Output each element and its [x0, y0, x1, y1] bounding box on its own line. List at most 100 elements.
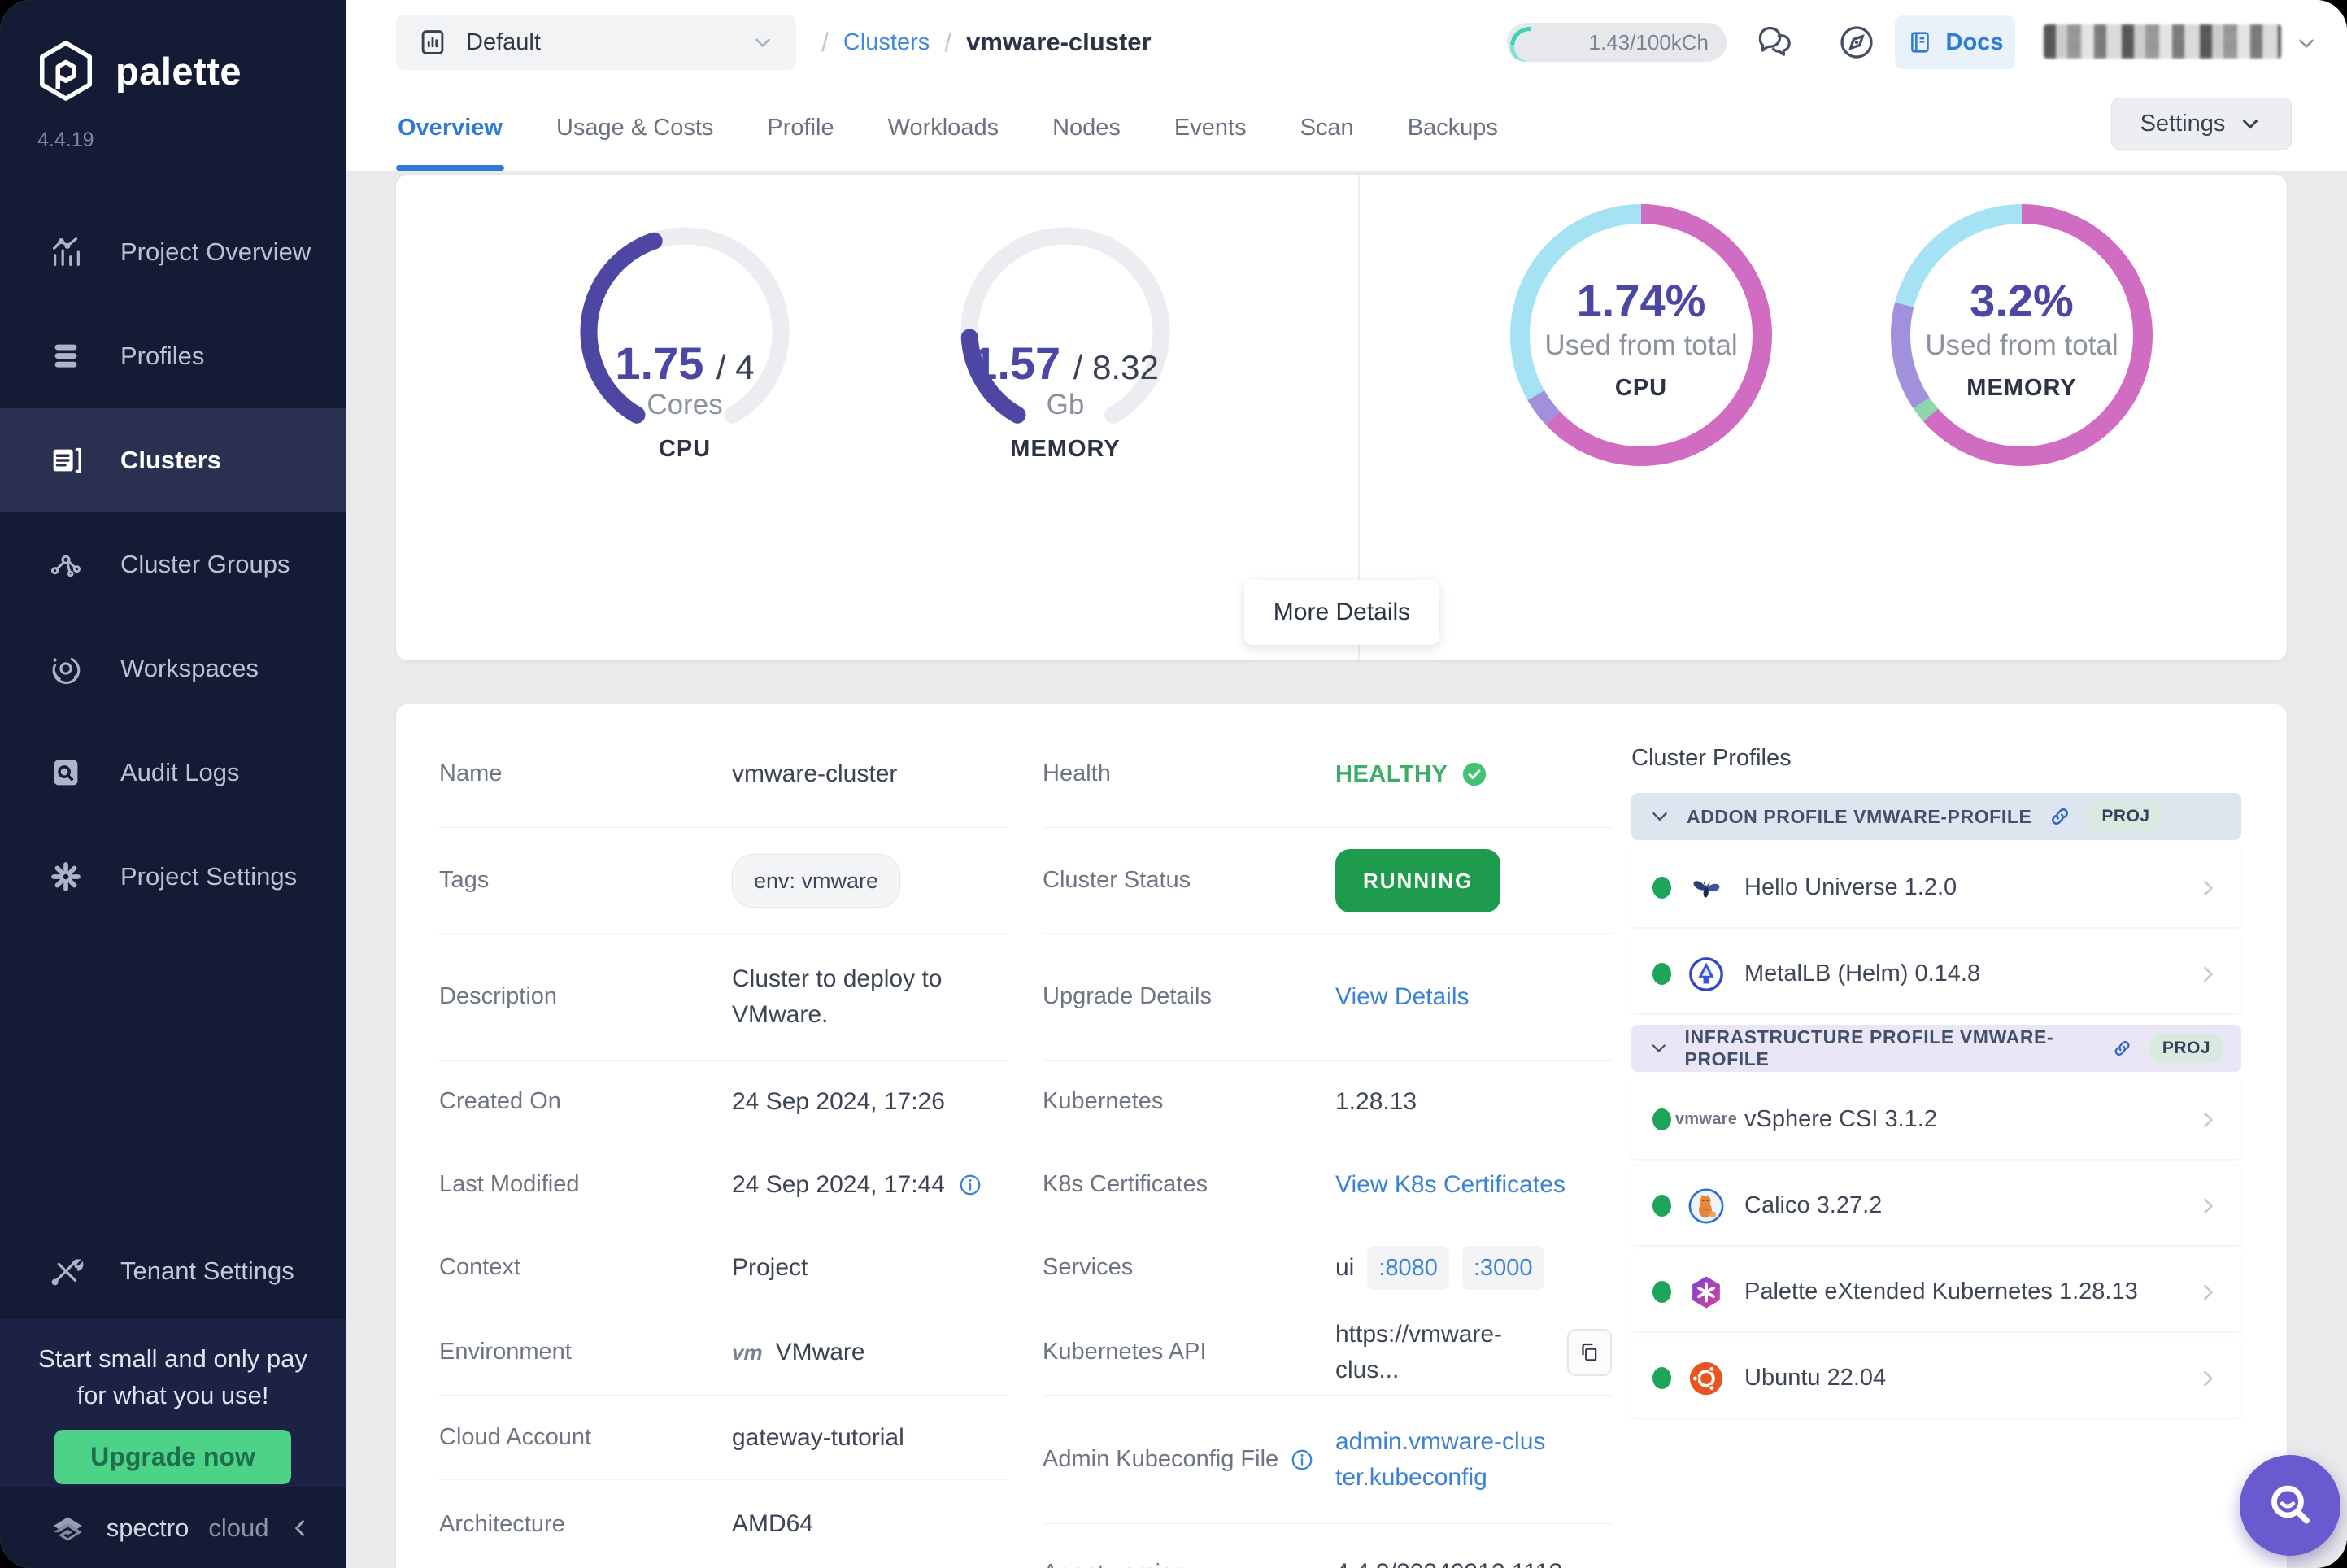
compass-icon[interactable]	[1835, 21, 1878, 63]
layers-icon	[47, 338, 85, 375]
tab-profile[interactable]: Profile	[765, 85, 835, 171]
vmware-mark-icon: vm	[732, 1335, 763, 1370]
service-port-3000-link[interactable]: :3000	[1462, 1246, 1544, 1290]
gear-icon	[47, 858, 85, 895]
chevron-right-icon	[2196, 1366, 2220, 1391]
chevron-down-icon	[751, 30, 775, 54]
collapse-sidebar-icon[interactable]	[288, 1514, 313, 1542]
profile-layer-metallb[interactable]: MetalLB (Helm) 0.14.8	[1631, 934, 2241, 1013]
bar-chart-icon	[47, 233, 85, 271]
detail-row-name: Name vmware-cluster	[439, 721, 1008, 828]
profile-layer-palette-kubernetes[interactable]: Palette eXtended Kubernetes 1.28.13	[1631, 1252, 2241, 1331]
user-menu-chevron-icon[interactable]	[2294, 31, 2319, 55]
clusters-icon	[47, 442, 85, 479]
sidebar-item-workspaces[interactable]: Workspaces	[0, 616, 346, 721]
detail-row-kubernetes: Kubernetes 1.28.13	[1043, 1061, 1612, 1143]
infrastructure-profile-header[interactable]: INFRASTRUCTURE PROFILE VMWARE-PROFILE PR…	[1631, 1025, 2241, 1072]
details-card: Name vmware-cluster Tags env: vmware Des…	[396, 704, 2287, 1568]
vmware-logo-icon: vmware	[1687, 1101, 1725, 1139]
chevron-down-icon	[1649, 806, 1670, 827]
more-details-button[interactable]: More Details	[1244, 580, 1439, 645]
sidebar-item-project-overview[interactable]: Project Overview	[0, 200, 346, 304]
tab-overview[interactable]: Overview	[396, 85, 504, 171]
tab-usage-costs[interactable]: Usage & Costs	[555, 85, 715, 171]
memory-usage-percent: 3.2%	[1888, 274, 2156, 327]
service-port-8080-link[interactable]: :8080	[1367, 1246, 1449, 1290]
detail-row-last-modified: Last Modified 24 Sep 2024, 17:44	[439, 1143, 1008, 1226]
chevron-right-icon	[2196, 962, 2220, 987]
breadcrumb-clusters-link[interactable]: Clusters	[843, 29, 930, 56]
cpu-gauge-value: 1.75 / 4	[546, 337, 823, 390]
memory-usage-metric: MEMORY	[1888, 375, 2156, 402]
link-icon	[2048, 804, 2072, 829]
status-dot	[1652, 1281, 1671, 1303]
sidebar-item-clusters[interactable]: Clusters	[0, 408, 346, 512]
chevron-right-icon	[2196, 876, 2220, 900]
detail-row-agent-version: Agent version 4.4.9/20240912.1118	[1043, 1524, 1612, 1568]
profile-layer-calico[interactable]: Calico 3.27.2	[1631, 1166, 2241, 1245]
tab-events[interactable]: Events	[1173, 85, 1248, 171]
memory-usage-donut: 3.2% Used from total MEMORY	[1888, 201, 2156, 469]
sidebar-item-audit-logs[interactable]: Audit Logs	[0, 721, 346, 825]
info-icon[interactable]	[1290, 1448, 1314, 1472]
promo-text-line2: for what you use!	[0, 1377, 346, 1413]
sidebar-item-label: Audit Logs	[120, 758, 240, 787]
chevron-right-icon	[2196, 1194, 2220, 1218]
breadcrumb: / Clusters / vmware-cluster	[821, 0, 1152, 85]
sidebar-item-cluster-groups[interactable]: Cluster Groups	[0, 512, 346, 616]
metallb-icon	[1687, 956, 1725, 993]
sidebar-item-profiles[interactable]: Profiles	[0, 304, 346, 408]
chat-icon[interactable]	[1754, 21, 1796, 63]
audit-log-icon	[47, 754, 85, 791]
detail-row-created-on: Created On 24 Sep 2024, 17:26	[439, 1061, 1008, 1143]
tenant-settings-label: Tenant Settings	[120, 1257, 294, 1286]
profile-layer-vsphere-csi[interactable]: vmware vSphere CSI 3.1.2	[1631, 1080, 2241, 1159]
kubeconfig-download-link[interactable]: admin.vmware-cluster.kubeconfig	[1335, 1424, 1547, 1496]
cpu-usage-metric: CPU	[1507, 375, 1775, 402]
health-status: HEALTHY	[1335, 756, 1488, 792]
detail-row-upgrade-details: Upgrade Details View Details	[1043, 934, 1612, 1061]
cpu-usage-percent: 1.74%	[1507, 274, 1775, 327]
user-account-name-redacted[interactable]	[2044, 24, 2281, 59]
docs-button[interactable]: Docs	[1895, 15, 2015, 69]
sidebar-item-label: Project Overview	[120, 237, 311, 267]
tab-backups[interactable]: Backups	[1406, 85, 1500, 171]
main-area: Default / Clusters / vmware-cluster 1.43…	[346, 0, 2347, 1568]
content-area: 1.75 / 4 Cores CPU 1.57 / 8.32 Gb MEMORY…	[346, 171, 2347, 1568]
sidebar: palette 4.4.19 Project Overview Profiles…	[0, 0, 346, 1568]
footer-brand-cloud: cloud	[208, 1514, 268, 1543]
sidebar-item-project-settings[interactable]: Project Settings	[0, 825, 346, 929]
view-k8s-certificates-link[interactable]: View K8s Certificates	[1335, 1167, 1565, 1203]
copy-api-url-button[interactable]	[1567, 1329, 1612, 1376]
status-dot	[1652, 1367, 1671, 1389]
upgrade-now-button[interactable]: Upgrade now	[54, 1430, 291, 1484]
detail-row-services: Services ui :8080 :3000	[1043, 1226, 1612, 1309]
usage-credits-pill[interactable]: 1.43/100kCh	[1507, 23, 1727, 62]
cpu-usage-donut: 1.74% Used from total CPU	[1507, 201, 1775, 469]
app-version: 4.4.19	[37, 128, 94, 152]
view-details-link[interactable]: View Details	[1335, 979, 1470, 1015]
brand-name: palette	[115, 49, 242, 94]
profile-layer-hello-universe[interactable]: Hello Universe 1.2.0	[1631, 848, 2241, 927]
breadcrumb-current: vmware-cluster	[966, 28, 1151, 57]
chevron-down-icon	[2238, 111, 2262, 136]
settings-button[interactable]: Settings	[2111, 98, 2292, 150]
tab-scan[interactable]: Scan	[1299, 85, 1356, 171]
sidebar-item-tenant-settings[interactable]: Tenant Settings	[0, 1235, 346, 1308]
tab-workloads[interactable]: Workloads	[886, 85, 1000, 171]
sidebar-footer: spectrocloud	[0, 1487, 346, 1568]
project-selector[interactable]: Default	[396, 15, 796, 70]
sidebar-nav: Project Overview Profiles Clusters Clust…	[0, 200, 346, 929]
addon-profile-header[interactable]: ADDON PROFILE VMWARE-PROFILE PROJ	[1631, 793, 2241, 840]
cpu-gauge-metric: CPU	[546, 436, 823, 463]
cluster-profiles-panel: Cluster Profiles ADDON PROFILE VMWARE-PR…	[1631, 745, 2241, 1425]
cluster-tabs: Overview Usage & Costs Profile Workloads…	[396, 85, 1550, 171]
tab-nodes[interactable]: Nodes	[1051, 85, 1122, 171]
infrastructure-profile-name: INFRASTRUCTURE PROFILE VMWARE-PROFILE	[1685, 1026, 2095, 1070]
network-nodes-icon	[47, 546, 85, 583]
memory-gauge-value: 1.57 / 8.32	[927, 337, 1204, 390]
info-icon[interactable]	[958, 1173, 982, 1197]
memory-gauge-unit: Gb	[927, 389, 1204, 421]
profile-layer-ubuntu[interactable]: Ubuntu 22.04	[1631, 1339, 2241, 1418]
search-help-fab[interactable]	[2240, 1455, 2340, 1556]
